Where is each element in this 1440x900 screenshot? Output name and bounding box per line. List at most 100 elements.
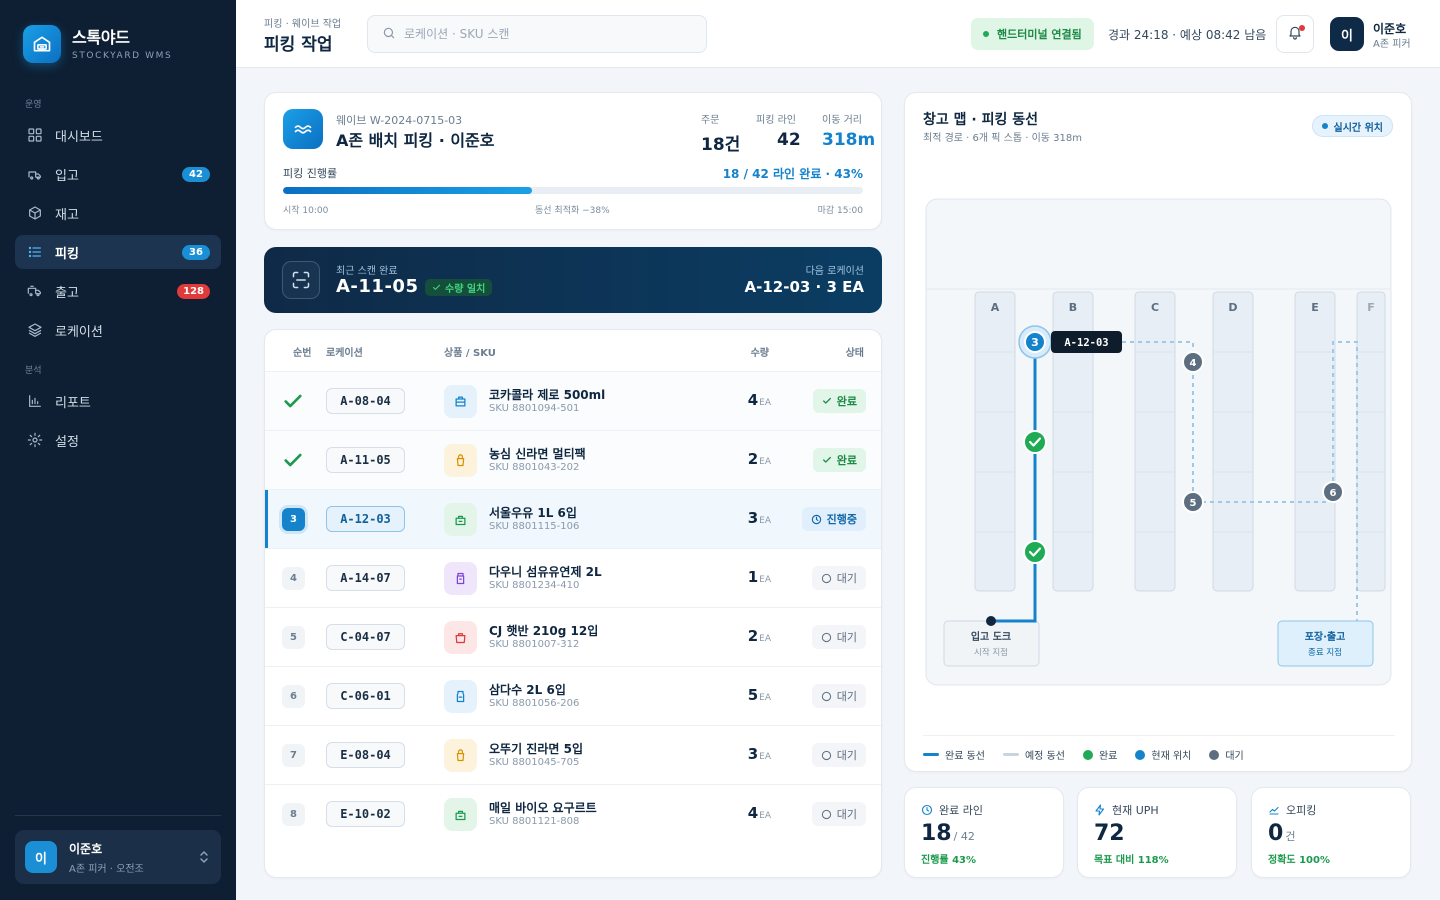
circle-pending-icon bbox=[821, 750, 831, 760]
current-location-code: A-12-03 bbox=[1064, 337, 1108, 349]
column-header-location: 로케이션 bbox=[326, 348, 363, 359]
kpi-current-uph: 현재 UPH 72 목표 대비 118% bbox=[1077, 787, 1237, 878]
scan-frame-icon[interactable] bbox=[282, 261, 320, 299]
sidebar-item-inventory[interactable]: 재고 bbox=[15, 196, 221, 230]
row-location[interactable]: C-06-01 bbox=[326, 683, 405, 709]
terminal-connection-badge: 핸드터미널 연결됨 bbox=[971, 18, 1094, 50]
sidebar-item-report[interactable]: 리포트 bbox=[15, 384, 221, 418]
sidebar-item-outbound[interactable]: 출고 128 bbox=[15, 274, 221, 308]
stop-pending-6[interactable]: 6 bbox=[1322, 481, 1344, 503]
row-location[interactable]: C-04-07 bbox=[326, 624, 405, 650]
current-stop-number: 3 bbox=[1031, 336, 1039, 349]
dock-outbound-label: 포장·출고 bbox=[1305, 630, 1346, 643]
sidebar-item-label: 출고 bbox=[55, 285, 79, 301]
row-location[interactable]: E-10-02 bbox=[326, 801, 405, 827]
current-location-marker[interactable]: 3 bbox=[1018, 325, 1052, 359]
row-status-badge: 대기 bbox=[811, 566, 866, 590]
brand-subtitle: STOCKYARD WMS bbox=[72, 50, 173, 61]
row-location[interactable]: A-12-03 bbox=[326, 506, 405, 532]
row-seq: 6 bbox=[282, 685, 305, 708]
sidebar-item-label: 설정 bbox=[55, 434, 79, 450]
stop-pending-4[interactable]: 4 bbox=[1182, 351, 1204, 373]
wave-summary-card: 웨이브 W-2024-0715-03 A존 배치 피킹 · 이준호 주문 18건… bbox=[264, 92, 882, 230]
sidebar-item-settings[interactable]: 설정 bbox=[15, 423, 221, 457]
row-location[interactable]: A-14-07 bbox=[326, 565, 405, 591]
shelf-aisle-a bbox=[974, 291, 1016, 592]
scan-status-banner: 최근 스캔 완료 A-11-05 수량 일치 다음 로케이션 A-12-03 ·… bbox=[264, 247, 882, 313]
row-product-name: 농심 신라면 멀티팩 bbox=[489, 447, 586, 461]
shelf-aisle-f bbox=[1356, 291, 1386, 592]
sidebar-item-label: 피킹 bbox=[55, 246, 79, 262]
row-qty: 4EA bbox=[747, 391, 771, 409]
dock-outbound[interactable]: 포장·출고 종료 지점 bbox=[1277, 620, 1374, 667]
product-bag-icon bbox=[444, 444, 477, 477]
header-avatar[interactable]: 이 bbox=[1330, 17, 1364, 51]
gear-icon bbox=[26, 431, 44, 449]
dock-outbound-sub: 종료 지점 bbox=[1308, 647, 1342, 658]
sidebar-item-picking[interactable]: 피킹 36 bbox=[15, 235, 221, 269]
kpi-label: 오피킹 bbox=[1286, 804, 1317, 817]
last-scan-location: A-11-05 bbox=[336, 276, 419, 297]
table-row[interactable]: 7 E-08-04 오뚜기 진라면 5입 SKU 8801045-705 3EA 대기 bbox=[265, 725, 881, 784]
row-status-badge: 대기 bbox=[811, 625, 866, 649]
stat-value: 318m bbox=[822, 130, 876, 150]
list-icon bbox=[26, 243, 44, 261]
row-qty: 1EA bbox=[747, 568, 771, 586]
legend-planned-route: 예정 동선 bbox=[1002, 747, 1065, 762]
trend-chart-icon bbox=[1269, 806, 1279, 815]
product-bag-icon bbox=[444, 385, 477, 418]
qty-match-label: 수량 일치 bbox=[445, 284, 486, 295]
kpi-label: 완료 라인 bbox=[939, 804, 983, 817]
inbound-truck-icon bbox=[26, 165, 44, 183]
sidebar-item-inbound[interactable]: 입고 42 bbox=[15, 157, 221, 191]
warehouse-map[interactable]: A B C D E F 입고 도크 시작 지점 포장·출고 종료 지점 3 A-… bbox=[905, 93, 1413, 733]
stop-number: 5 bbox=[1190, 498, 1197, 509]
notifications-button[interactable] bbox=[1276, 15, 1314, 53]
user-switcher[interactable]: 이 이준호 A존 피커 · 오전조 bbox=[15, 830, 221, 884]
table-row[interactable]: 3 A-12-03 서울우유 1L 6입 SKU 8801115-106 3EA 진행중 bbox=[265, 489, 881, 549]
brand[interactable]: 스톡야드 STOCKYARD WMS bbox=[23, 25, 172, 63]
outbound-truck-icon bbox=[26, 282, 44, 300]
header-user-role: A존 피커 bbox=[1373, 39, 1411, 50]
stop-done-1[interactable] bbox=[1023, 540, 1047, 564]
dock-inbound[interactable]: 입고 도크 시작 지점 bbox=[943, 620, 1040, 667]
sidebar-item-location[interactable]: 로케이션 bbox=[15, 313, 221, 347]
layers-icon bbox=[26, 321, 44, 339]
table-row[interactable]: A-11-05 농심 신라면 멀티팩 SKU 8801043-202 2EA 완료 bbox=[265, 430, 881, 489]
sidebar-item-label: 재고 bbox=[55, 207, 79, 223]
table-row[interactable]: 4 A-14-07 다우니 섬유유연제 2L SKU 8801234-410 1EA 대기 bbox=[265, 548, 881, 607]
progress-bar bbox=[283, 187, 863, 194]
table-row[interactable]: 8 E-10-02 매일 바이오 요구르트 SKU 8801121-808 4EA 대기 bbox=[265, 784, 881, 843]
breadcrumb: 피킹 · 웨이브 작업 bbox=[264, 19, 342, 30]
row-location[interactable]: A-11-05 bbox=[326, 447, 405, 473]
table-row[interactable]: 6 C-06-01 삼다수 2L 6입 SKU 8801056-206 5EA 대기 bbox=[265, 666, 881, 725]
row-status-badge: 대기 bbox=[811, 802, 866, 826]
grid-icon bbox=[26, 126, 44, 144]
row-location[interactable]: E-08-04 bbox=[326, 742, 405, 768]
search-box[interactable] bbox=[367, 15, 707, 53]
stop-pending-5[interactable]: 5 bbox=[1182, 491, 1204, 513]
dock-inbound-label: 입고 도크 bbox=[971, 630, 1011, 643]
wave-title: A존 배치 피킹 · 이준호 bbox=[336, 131, 495, 150]
notification-dot bbox=[1299, 25, 1305, 31]
product-bag-icon bbox=[444, 621, 477, 654]
current-location-tooltip: A-12-03 bbox=[1051, 331, 1122, 353]
search-input[interactable] bbox=[404, 27, 694, 41]
map-legend: 완료 동선 예정 동선 완료 현재 위치 대기 bbox=[923, 735, 1395, 773]
row-product-name: 코카콜라 제로 500ml bbox=[489, 388, 606, 402]
stat-orders: 주문 18건 bbox=[701, 111, 740, 155]
kpi-label: 현재 UPH bbox=[1112, 804, 1159, 817]
table-row[interactable]: 5 C-04-07 CJ 햇반 210g 12입 SKU 8801007-312 2EA… bbox=[265, 607, 881, 666]
kpi-foot: 정확도 100% bbox=[1268, 855, 1330, 866]
circle-pending-icon bbox=[821, 691, 831, 701]
legend-completed-route: 완료 동선 bbox=[923, 747, 985, 762]
row-status-badge: 대기 bbox=[811, 743, 866, 767]
kpi-foot: 목표 대비 118% bbox=[1094, 855, 1169, 866]
circle-pending-icon bbox=[821, 809, 831, 819]
sidebar-item-dashboard[interactable]: 대시보드 bbox=[15, 118, 221, 152]
row-location[interactable]: A-08-04 bbox=[326, 388, 405, 414]
route-start-dot bbox=[986, 616, 996, 626]
aisle-label: A bbox=[991, 301, 1000, 314]
table-row[interactable]: A-08-04 코카콜라 제로 500ml SKU 8801094-501 4EA 완료 bbox=[265, 371, 881, 430]
stop-done-2[interactable] bbox=[1023, 430, 1047, 454]
